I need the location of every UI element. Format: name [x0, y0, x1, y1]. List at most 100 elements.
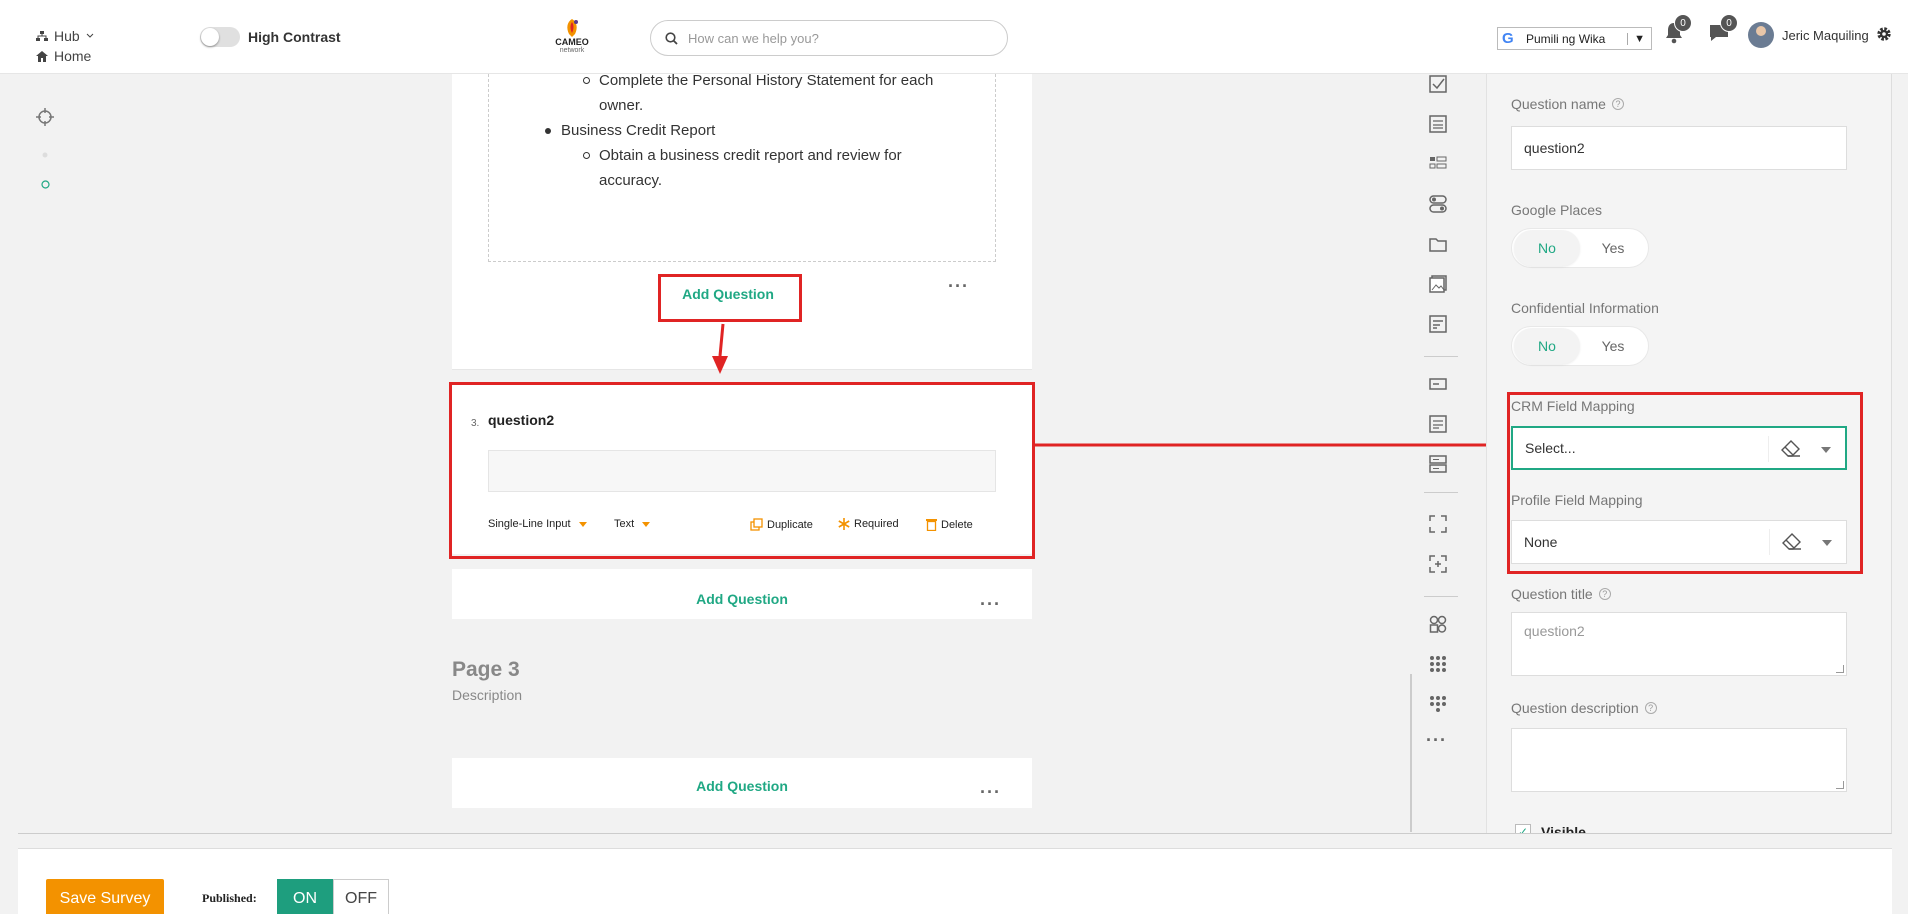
- ranking-icon[interactable]: [1428, 314, 1448, 334]
- logo-mark-icon: [563, 18, 581, 38]
- notifications-badge: 0: [1674, 14, 1692, 32]
- google-places-yes[interactable]: Yes: [1580, 230, 1646, 266]
- question-title-textarea[interactable]: question2: [1511, 612, 1847, 676]
- search-icon: [665, 31, 678, 45]
- top-bar: Hub Home High Contrast CAMEO network G P…: [0, 0, 1908, 74]
- annotation-box-mapping: [1507, 392, 1863, 574]
- question-name-input[interactable]: question2: [1511, 126, 1847, 170]
- home-link[interactable]: Home: [36, 48, 91, 64]
- question-description-label: Question description ?: [1511, 700, 1657, 716]
- list-item-continuation: accuracy.: [599, 172, 663, 189]
- resize-handle[interactable]: [1836, 781, 1844, 789]
- survey-editor: Complete the Personal History Statement …: [18, 74, 1892, 834]
- hub-label: Hub: [54, 28, 80, 44]
- gear-icon: [1877, 27, 1891, 41]
- more-options-button[interactable]: ···: [980, 782, 1001, 803]
- save-survey-button[interactable]: Save Survey: [46, 879, 164, 914]
- annotation-box-question: [449, 382, 1035, 559]
- confidential-no[interactable]: No: [1514, 328, 1580, 364]
- question-title-label: Question title ?: [1511, 586, 1611, 602]
- google-places-toggle: No Yes: [1511, 228, 1649, 268]
- more-tools-button[interactable]: ···: [1426, 730, 1447, 751]
- toolbox-divider: [1424, 596, 1458, 597]
- bottom-bar: Save Survey Published: ON OFF: [18, 848, 1892, 914]
- question-description-label-text: Question description: [1511, 700, 1639, 716]
- text-area-icon[interactable]: [1428, 414, 1448, 434]
- matrix-icon[interactable]: [1428, 154, 1448, 174]
- question-description-textarea[interactable]: [1511, 728, 1847, 792]
- language-label: Pumili ng Wika: [1526, 31, 1606, 46]
- comment-box-icon[interactable]: [1428, 114, 1448, 134]
- published-on-button[interactable]: ON: [277, 879, 333, 914]
- help-icon[interactable]: ?: [1611, 98, 1624, 110]
- question-properties-panel: Question name ? question2 Google Places …: [1486, 74, 1891, 834]
- add-question-button[interactable]: Add Question: [452, 778, 1032, 794]
- list-item: Obtain a business credit report and revi…: [583, 143, 999, 168]
- google-icon: G: [1502, 30, 1514, 47]
- list-item: Complete the Personal History Statement …: [583, 74, 999, 93]
- folder-icon[interactable]: [1428, 234, 1448, 254]
- more-options-button[interactable]: ···: [980, 594, 1001, 615]
- help-icon[interactable]: ?: [1598, 588, 1611, 600]
- visible-label: Visible: [1541, 824, 1586, 834]
- high-contrast-toggle[interactable]: [200, 27, 240, 47]
- messages-button[interactable]: 0: [1708, 14, 1738, 49]
- visible-checkbox[interactable]: ✓ Visible: [1515, 824, 1586, 834]
- google-places-no[interactable]: No: [1514, 230, 1580, 266]
- element-toolbox: ···: [1414, 74, 1466, 833]
- confidential-label: Confidential Information: [1511, 300, 1659, 316]
- search-input[interactable]: [688, 30, 988, 46]
- settings-button[interactable]: [1876, 26, 1892, 47]
- question-title-label-text: Question title: [1511, 586, 1593, 602]
- list-item-continuation: owner.: [599, 97, 644, 114]
- page-description[interactable]: Description: [452, 687, 522, 703]
- more-options-button[interactable]: ···: [948, 276, 969, 297]
- toolbox-divider: [1424, 356, 1458, 357]
- dot-icon[interactable]: [42, 152, 48, 158]
- confidential-toggle: No Yes: [1511, 326, 1649, 366]
- add-question-button[interactable]: Add Question: [452, 591, 1032, 607]
- annotation-box-add-question: [658, 274, 802, 322]
- home-label: Home: [54, 48, 92, 64]
- list-item: Business Credit Report: [545, 118, 961, 143]
- user-name: Jeric Maquiling: [1782, 27, 1869, 43]
- avatar: [1748, 22, 1774, 48]
- google-places-label: Google Places: [1511, 202, 1603, 218]
- language-selector[interactable]: G Pumili ng Wika ▼: [1497, 27, 1652, 50]
- high-contrast-control: High Contrast: [200, 27, 341, 47]
- confidential-yes[interactable]: Yes: [1580, 328, 1646, 364]
- question-name-label-text: Question name: [1511, 96, 1606, 112]
- expand-icon[interactable]: [1428, 514, 1448, 534]
- published-toggle: ON OFF: [277, 879, 389, 914]
- messages-badge: 0: [1720, 14, 1738, 32]
- search-bar: [650, 20, 1008, 56]
- sitemap-icon: [36, 30, 48, 41]
- scrollbar[interactable]: [1410, 674, 1412, 832]
- dot-grid-icon[interactable]: [1428, 654, 1448, 674]
- toggle-list-icon[interactable]: [1428, 194, 1448, 214]
- dot-grid-alt-icon[interactable]: [1428, 694, 1448, 714]
- add-panel-icon[interactable]: [1428, 554, 1448, 574]
- notifications-button[interactable]: 0: [1664, 14, 1692, 49]
- published-off-button[interactable]: OFF: [333, 879, 389, 914]
- chevron-down-icon: [86, 33, 94, 38]
- checkbox-icon[interactable]: [1428, 74, 1448, 94]
- circle-outline-icon[interactable]: [41, 180, 50, 189]
- cameo-logo[interactable]: CAMEO network: [552, 18, 592, 60]
- page-title[interactable]: Page 3: [452, 658, 520, 682]
- user-menu[interactable]: Jeric Maquiling: [1748, 22, 1869, 48]
- crosshair-icon[interactable]: [36, 108, 54, 126]
- single-line-input-icon[interactable]: [1428, 374, 1448, 394]
- question-title-placeholder: question2: [1524, 623, 1585, 639]
- help-icon[interactable]: ?: [1644, 702, 1657, 714]
- home-icon: [36, 50, 48, 62]
- hub-menu[interactable]: Hub: [36, 28, 94, 44]
- toolbox-divider: [1424, 492, 1458, 493]
- image-gallery-icon[interactable]: [1428, 274, 1448, 294]
- logo-subtext: network: [559, 47, 585, 54]
- multiple-text-icon[interactable]: [1428, 454, 1448, 474]
- shapes-icon[interactable]: [1428, 614, 1448, 634]
- question-name-label: Question name ?: [1511, 96, 1624, 112]
- logo-text: CAMEO: [555, 37, 589, 47]
- resize-handle[interactable]: [1836, 665, 1844, 673]
